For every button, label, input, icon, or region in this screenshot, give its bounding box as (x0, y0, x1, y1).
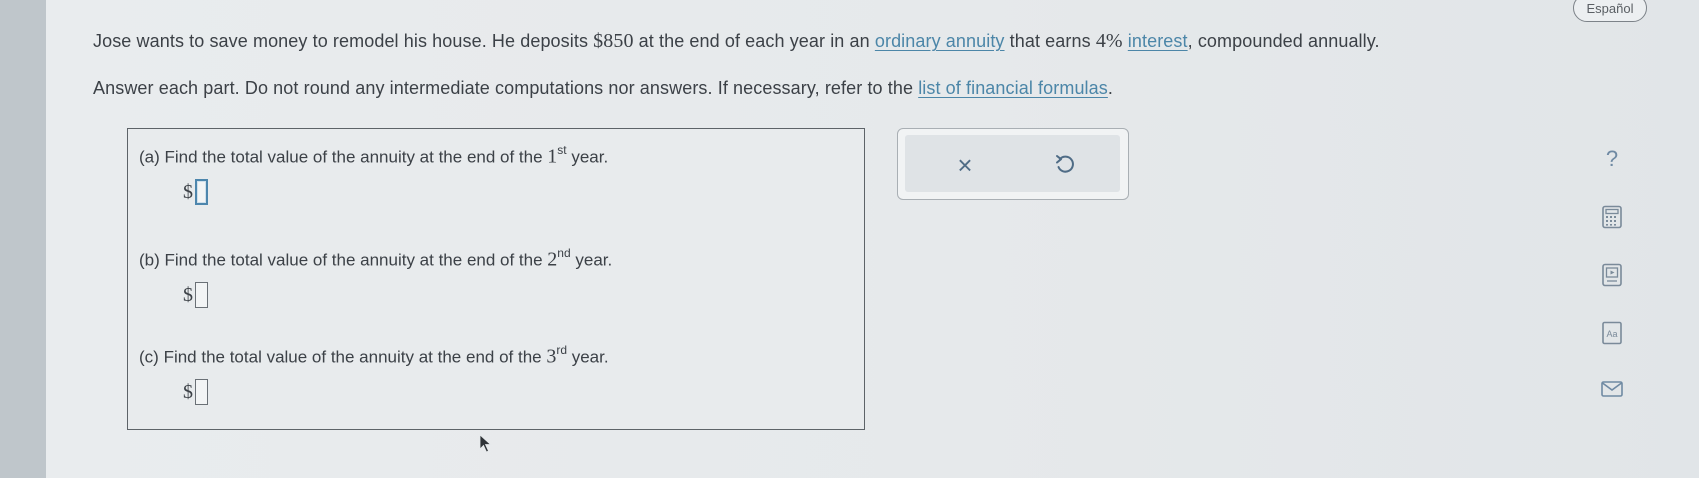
interest-rate: 4% (1095, 30, 1123, 52)
part-b-answer: $ (183, 282, 208, 308)
video-icon[interactable] (1599, 262, 1625, 288)
part-a-input[interactable] (195, 179, 208, 205)
part-c-answer: $ (183, 379, 208, 405)
answer-tools-inner: × (905, 135, 1120, 192)
mouse-cursor-icon (479, 434, 492, 453)
answer-tools-panel: × (897, 128, 1129, 200)
clear-button[interactable]: × (947, 147, 983, 183)
deposit-amount: $850 (593, 30, 634, 52)
help-icon[interactable]: ? (1599, 146, 1625, 172)
espanol-button[interactable]: Español (1573, 0, 1647, 22)
part-b-input[interactable] (195, 282, 208, 308)
part-c-prompt: (c) Find the total value of the annuity … (139, 343, 609, 368)
undo-button[interactable] (1047, 147, 1083, 183)
financial-formulas-link[interactable]: list of financial formulas (918, 78, 1108, 98)
close-icon: × (957, 149, 973, 180)
part-a-answer: $ (183, 179, 208, 205)
problem-statement: Jose wants to save money to remodel his … (93, 30, 1380, 52)
left-margin (0, 0, 46, 478)
undo-icon (1056, 155, 1074, 173)
ordinary-annuity-link[interactable]: ordinary annuity (875, 31, 1005, 51)
part-b-prompt: (b) Find the total value of the annuity … (139, 246, 613, 271)
calculator-icon[interactable] (1599, 204, 1625, 230)
part-a-prompt: (a) Find the total value of the annuity … (139, 143, 609, 168)
text-size-icon[interactable]: Aa (1599, 320, 1625, 346)
mail-icon[interactable] (1599, 376, 1625, 402)
instructions: Answer each part. Do not round any inter… (93, 78, 1113, 98)
question-box: (a) Find the total value of the annuity … (127, 128, 865, 430)
interest-link[interactable]: interest (1128, 31, 1188, 51)
svg-text:Aa: Aa (1606, 329, 1617, 339)
part-c-input[interactable] (195, 379, 208, 405)
